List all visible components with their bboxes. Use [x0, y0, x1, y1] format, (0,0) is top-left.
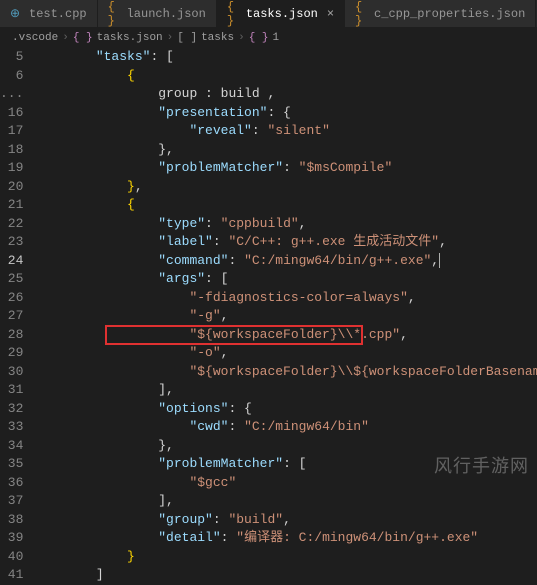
line-number: 40 [0, 548, 23, 567]
code-line[interactable]: ] [33, 566, 537, 585]
line-number: 32 [0, 400, 23, 419]
tab-tasks-json[interactable]: { } tasks.json × [217, 0, 345, 27]
braces-icon: { } [249, 32, 269, 44]
code-line[interactable]: "${workspaceFolder}\\*.cpp", [33, 326, 537, 345]
json-file-icon: { } [355, 7, 369, 21]
code-line[interactable]: "cwd": "C:/mingw64/bin" [33, 418, 537, 437]
tab-label: c_cpp_properties.json [374, 7, 525, 21]
chevron-right-icon: › [238, 32, 245, 44]
line-number: 37 [0, 492, 23, 511]
line-number: 34 [0, 437, 23, 456]
line-number: 31 [0, 381, 23, 400]
line-number: 39 [0, 529, 23, 548]
json-file-icon: { } [227, 7, 241, 21]
json-file-icon: { } [108, 7, 122, 21]
code-line[interactable]: "${workspaceFolder}\\${workspaceFolderBa… [33, 363, 537, 382]
tab-label: tasks.json [246, 7, 318, 21]
breadcrumb-segment[interactable]: tasks [201, 32, 234, 44]
breadcrumb-brackets-icon: [ ] [177, 32, 197, 44]
tab-launch-json[interactable]: { } launch.json [98, 0, 217, 27]
code-line[interactable]: } [33, 548, 537, 567]
line-number: 33 [0, 418, 23, 437]
line-number: 41 [0, 566, 23, 585]
code-line[interactable]: { [33, 196, 537, 215]
tab-bar: ⊕test.cpp{ }launch.json{ }tasks.json×{ }… [0, 0, 537, 28]
code-line[interactable]: "args": [ [33, 270, 537, 289]
code-line[interactable]: }, [33, 178, 537, 197]
braces-icon: { } [73, 32, 93, 44]
code-line[interactable]: group : build , [33, 85, 537, 104]
breadcrumb[interactable]: .vscode › { } tasks.json › [ ] tasks › {… [0, 28, 537, 48]
line-number: 23 [0, 233, 23, 252]
line-number: 30 [0, 363, 23, 382]
code-line[interactable]: "label": "C/C++: g++.exe 生成活动文件", [33, 233, 537, 252]
line-number: ... [0, 85, 23, 104]
code-line[interactable]: "presentation": { [33, 104, 537, 123]
line-number: 29 [0, 344, 23, 363]
line-number: 19 [0, 159, 23, 178]
cpp-file-icon: ⊕ [10, 7, 24, 21]
line-number: 18 [0, 141, 23, 160]
line-number: 17 [0, 122, 23, 141]
line-number: 26 [0, 289, 23, 308]
breadcrumb-file[interactable]: tasks.json [97, 32, 163, 44]
code-line[interactable]: "tasks": [ [33, 48, 537, 67]
code-line[interactable]: "group": "build", [33, 511, 537, 530]
code-line[interactable]: "options": { [33, 400, 537, 419]
line-number: 38 [0, 511, 23, 530]
breadcrumb-segment[interactable]: 1 [273, 32, 280, 44]
tab-c_cpp_properties-json[interactable]: { } c_cpp_properties.json [345, 0, 536, 27]
code-line[interactable]: "detail": "编译器: C:/mingw64/bin/g++.exe" [33, 529, 537, 548]
line-number: 28 [0, 326, 23, 345]
line-number: 16 [0, 104, 23, 123]
code-line[interactable]: { [33, 67, 537, 86]
code-line[interactable]: "-o", [33, 344, 537, 363]
line-number: 27 [0, 307, 23, 326]
code-line[interactable]: ], [33, 381, 537, 400]
code-line[interactable]: "-g", [33, 307, 537, 326]
code-line[interactable]: "-fdiagnostics-color=always", [33, 289, 537, 308]
line-number: 5 [0, 48, 23, 67]
code-line[interactable]: "reveal": "silent" [33, 122, 537, 141]
tab-test-cpp[interactable]: ⊕ test.cpp [0, 0, 98, 27]
line-number: 6 [0, 67, 23, 86]
watermark: 风行手游网 [434, 452, 529, 478]
code-line[interactable]: "type": "cppbuild", [33, 215, 537, 234]
code-line[interactable]: ], [33, 492, 537, 511]
line-number: 36 [0, 474, 23, 493]
tab-label: launch.json [127, 7, 206, 21]
tab-label: test.cpp [29, 7, 87, 21]
close-icon[interactable]: × [327, 7, 334, 21]
code-editor[interactable]: 56...16171819202122232425262728293031323… [0, 48, 537, 585]
line-number-gutter: 56...16171819202122232425262728293031323… [0, 48, 33, 585]
code-line[interactable]: }, [33, 141, 537, 160]
code-content[interactable]: "tasks": [ { group : build , "presentati… [33, 48, 537, 585]
code-line[interactable]: "command": "C:/mingw64/bin/g++.exe", [33, 252, 537, 271]
line-number: 20 [0, 178, 23, 197]
line-number: 35 [0, 455, 23, 474]
line-number: 25 [0, 270, 23, 289]
line-number: 22 [0, 215, 23, 234]
chevron-right-icon: › [62, 32, 69, 44]
line-number: 21 [0, 196, 23, 215]
code-line[interactable]: "problemMatcher": "$msCompile" [33, 159, 537, 178]
chevron-right-icon: › [167, 32, 174, 44]
line-number: 24 [0, 252, 23, 271]
breadcrumb-folder[interactable]: .vscode [12, 32, 58, 44]
